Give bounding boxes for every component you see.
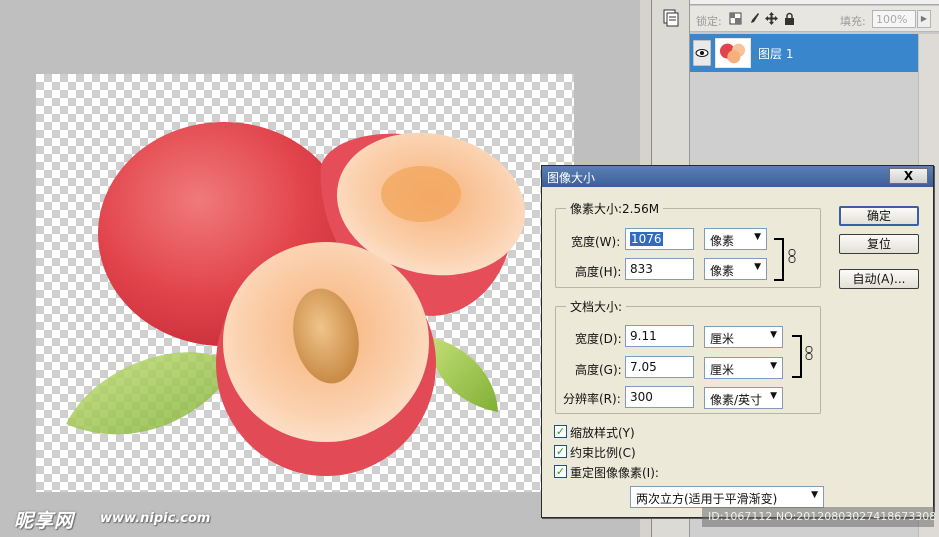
reset-button[interactable]: 复位 [839,234,919,254]
eye-icon[interactable] [693,40,711,66]
doc-height-unit-select[interactable]: 厘米 ▼ [704,357,783,379]
doc-height-field[interactable]: 7.05 [625,356,694,378]
layer-name[interactable]: 图层 1 [758,45,793,62]
dropdown-arrow-icon: ▼ [770,361,777,371]
constrain-proportions-label[interactable]: 约束比例(C) [570,444,636,461]
close-button[interactable]: X [889,168,928,184]
watermark-logo: 昵享网 [14,510,75,532]
constrain-bracket [774,238,784,281]
dropdown-arrow-icon: ▼ [754,232,761,242]
pixel-dimensions-title: 像素大小:2.56M [566,200,664,217]
document-canvas[interactable] [36,74,574,492]
lock-row: 锁定: 填充: 100% ▶ [690,6,939,32]
padlock-icon[interactable] [783,12,796,25]
fill-arrow-icon[interactable]: ▶ [917,10,931,28]
ok-button[interactable]: 确定 [839,206,919,226]
history-icon[interactable] [661,8,681,28]
constrain-proportions-checkbox[interactable]: ✓ [554,445,567,458]
fill-input[interactable]: 100% [872,10,916,28]
panel-top-edge [690,0,939,5]
dialog-titlebar[interactable]: 图像大小 X [542,166,933,187]
lock-transparent-icon[interactable] [729,12,742,25]
auto-button[interactable]: 自动(A)... [839,269,919,289]
constrain-bracket [792,335,802,378]
doc-width-label: 宽度(D): [575,332,622,346]
layer-row[interactable]: 图层 1 [690,34,918,72]
pixel-width-label: 宽度(W): [571,235,621,249]
resolution-unit-select[interactable]: 像素/英寸 ▼ [704,387,783,409]
resolution-label: 分辨率(R): [563,392,621,406]
dropdown-arrow-icon: ▼ [754,262,761,272]
move-icon[interactable] [765,12,778,25]
dropdown-arrow-icon: ▼ [811,490,818,500]
scale-styles-label[interactable]: 缩放样式(Y) [570,424,635,441]
pixel-height-unit-select[interactable]: 像素 ▼ [704,258,767,280]
brush-icon[interactable] [747,12,760,25]
pixel-width-field[interactable]: 1076 [625,228,694,250]
doc-width-field[interactable]: 9.11 [625,325,694,347]
dialog-title: 图像大小 [547,171,596,185]
resolution-field[interactable]: 300 [625,386,694,408]
dropdown-arrow-icon: ▼ [770,391,777,401]
chain-link-icon [805,346,813,360]
resample-method-select[interactable]: 两次立方(适用于平滑渐变) ▼ [630,486,824,508]
image-size-dialog: 图像大小 X 像素大小:2.56M 宽度(W): 1076 像素 ▼ 高度(H):… [541,165,934,518]
pixel-height-field[interactable]: 833 [625,258,694,280]
image-id-caption: ID:1067112 NO:20120803027418673308 [702,507,936,527]
resample-image-checkbox[interactable]: ✓ [554,465,567,478]
doc-width-unit-select[interactable]: 厘米 ▼ [704,326,783,348]
pixel-height-label: 高度(H): [575,265,622,279]
chain-link-icon [788,249,796,263]
pixel-width-unit-select[interactable]: 像素 ▼ [704,228,767,250]
document-size-title: 文档大小: [566,298,627,315]
peach-image [66,122,526,476]
watermark-url: www.nipic.com [100,511,211,526]
resample-image-label[interactable]: 重定图像像素(I): [570,464,659,481]
fill-label: 填充: [840,15,866,28]
scale-styles-checkbox[interactable]: ✓ [554,425,567,438]
layer-thumbnail [715,38,751,68]
doc-height-label: 高度(G): [575,363,622,377]
dropdown-arrow-icon: ▼ [770,330,777,340]
lock-label: 锁定: [696,15,722,28]
